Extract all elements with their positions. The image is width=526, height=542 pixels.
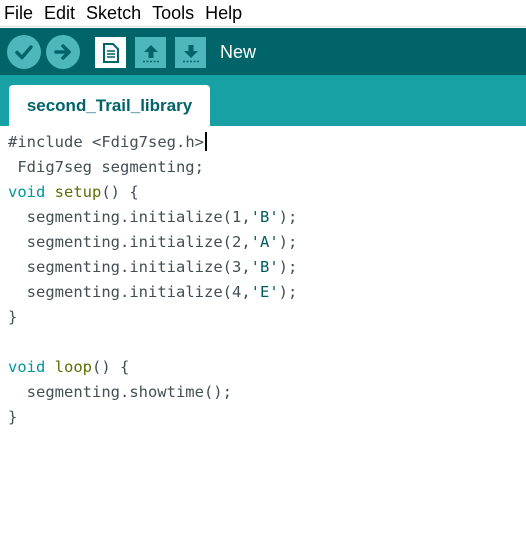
verify-button[interactable] (7, 35, 41, 69)
code-token: loop (54, 358, 92, 376)
code-line[interactable]: segmenting.initialize(2,'A'); (8, 230, 298, 255)
code-token: 'E' (250, 283, 279, 301)
code-line[interactable]: void setup() { (8, 180, 297, 205)
code-token: (2, (222, 233, 251, 251)
code-token: #include (8, 133, 92, 151)
code-token: segmenting.showtime(); (8, 383, 232, 401)
code-token: } (8, 408, 18, 426)
code-line[interactable]: segmenting.initialize(3,'B'); (8, 255, 298, 280)
code-token: segmenting. (8, 233, 130, 251)
code-line[interactable]: } (8, 305, 297, 330)
code-token: ); (278, 258, 298, 276)
code-token: initialize (129, 233, 223, 251)
code-line[interactable]: void loop() { (8, 355, 297, 380)
code-token: <Fdig7seg.h> (92, 133, 204, 151)
arrow-right-icon (54, 44, 71, 60)
toolbar-hover-label: New (220, 42, 257, 62)
menu-file[interactable]: File (4, 0, 33, 26)
code-token: ); (278, 233, 298, 251)
code-token: initialize (129, 208, 223, 226)
code-token: void (8, 358, 46, 376)
code-token: setup (54, 183, 102, 201)
code-line[interactable]: segmenting.showtime(); (8, 380, 297, 405)
code-token: } (8, 308, 18, 326)
tab-second-trail-library[interactable]: second_Trail_library (9, 85, 210, 126)
upload-button[interactable] (46, 35, 80, 69)
menu-edit[interactable]: Edit (44, 0, 75, 26)
tab-strip: second_Trail_library (0, 75, 526, 126)
save-button[interactable] (175, 37, 206, 68)
menu-sketch[interactable]: Sketch (86, 0, 141, 26)
document-icon (102, 42, 119, 63)
checkmark-icon (15, 45, 33, 60)
code-token: 'A' (250, 233, 279, 251)
new-button[interactable] (95, 37, 126, 68)
code-token: initialize (129, 258, 223, 276)
code-token: (4, (222, 283, 251, 301)
code-token: (3, (222, 258, 251, 276)
code-line[interactable] (8, 330, 297, 355)
code-token: segmenting. (8, 208, 130, 226)
code-editor[interactable]: #include <Fdig7seg.h> Fdig7seg segmentin… (0, 126, 526, 542)
open-button[interactable] (135, 37, 166, 68)
text-cursor (204, 132, 207, 151)
code-token: 'B' (250, 208, 279, 226)
code-token: ); (278, 283, 298, 301)
tab-label: second_Trail_library (26, 95, 193, 115)
menu-bar: File Edit Sketch Tools Help (0, 0, 526, 27)
toolbar: New (0, 28, 526, 75)
code-token: ); (278, 208, 298, 226)
menu-tools[interactable]: Tools (152, 0, 194, 26)
code-token: segmenting. (8, 258, 130, 276)
code-token: void (8, 183, 46, 201)
code-line[interactable]: Fdig7seg segmenting; (8, 155, 297, 180)
code-line[interactable]: segmenting.initialize(1,'B'); (8, 205, 298, 230)
arrow-up-icon (142, 44, 159, 62)
code-token: () { (101, 183, 139, 201)
arrow-down-icon (182, 44, 199, 62)
code-token: segmenting. (8, 283, 130, 301)
code-token: () { (92, 358, 130, 376)
menu-help[interactable]: Help (205, 0, 242, 26)
code-token: (1, (222, 208, 251, 226)
code-token: initialize (129, 283, 223, 301)
code-line[interactable]: #include <Fdig7seg.h> (8, 130, 297, 155)
code-line[interactable]: segmenting.initialize(4,'E'); (8, 280, 298, 305)
code-token: 'B' (250, 258, 279, 276)
code-line[interactable]: } (8, 405, 297, 430)
code-token: Fdig7seg segmenting; (8, 158, 204, 176)
code-text[interactable]: #include <Fdig7seg.h> Fdig7seg segmentin… (8, 130, 297, 430)
